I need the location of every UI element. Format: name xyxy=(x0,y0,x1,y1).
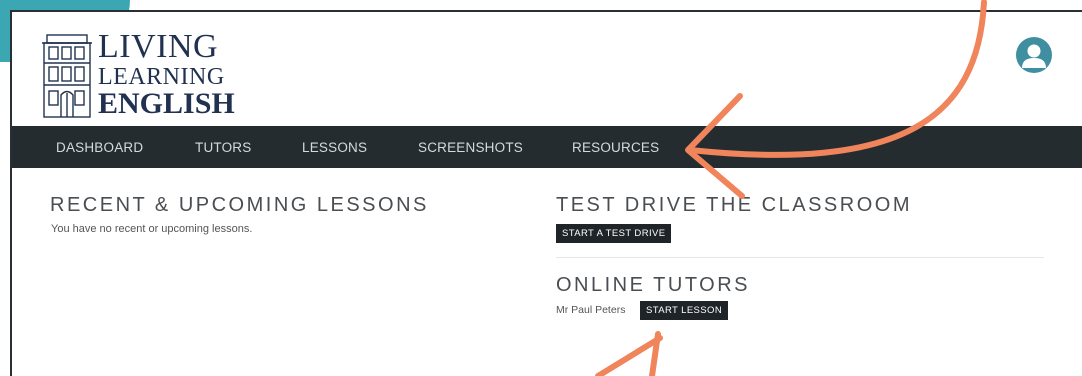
top-arrow-curve xyxy=(687,0,987,158)
arrow-annotations xyxy=(595,0,987,376)
top-arrow-head xyxy=(685,93,745,199)
